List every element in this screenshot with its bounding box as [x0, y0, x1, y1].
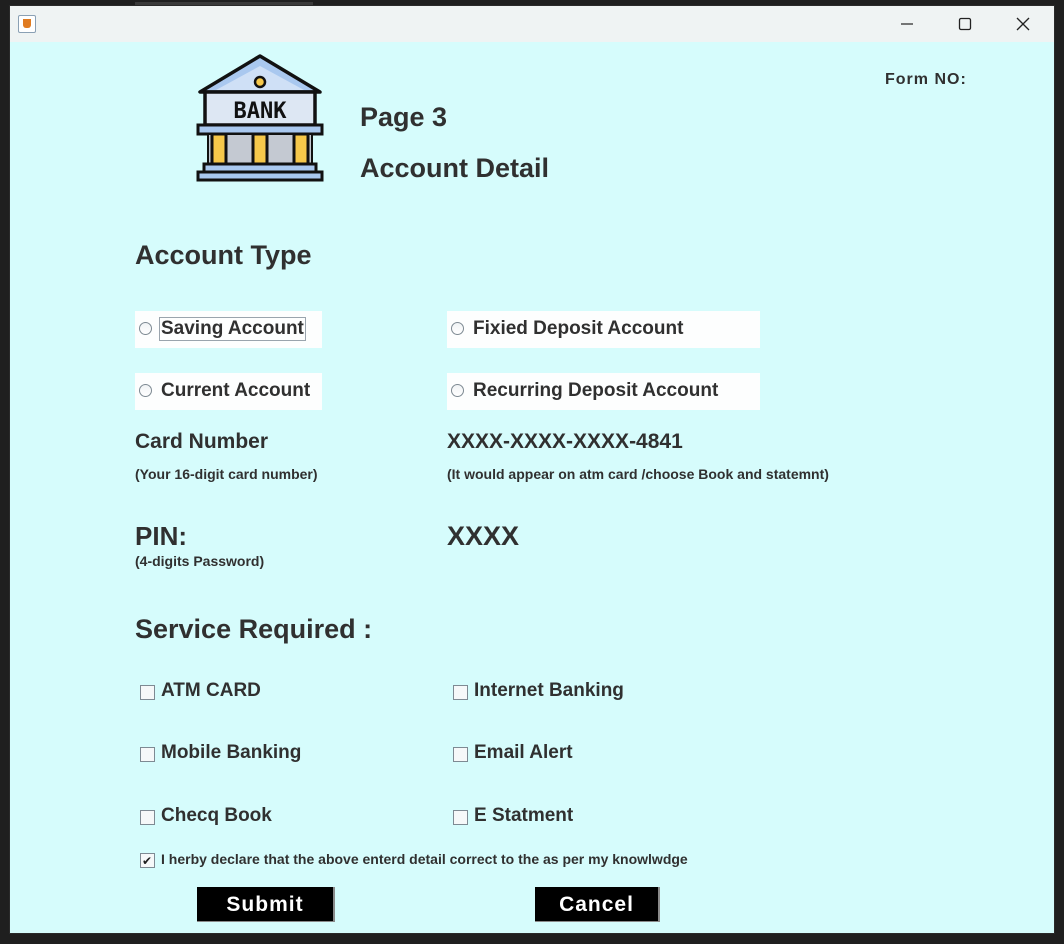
pin-label: PIN: — [135, 521, 187, 551]
cancel-button[interactable]: Cancel — [535, 887, 660, 922]
minimize-button[interactable] — [878, 6, 936, 42]
check-mark-icon: ✔ — [142, 854, 153, 868]
radio-button[interactable] — [451, 384, 464, 397]
checkbox[interactable] — [453, 810, 468, 825]
checkbox-label: Mobile Banking — [161, 742, 302, 763]
page-number: Page 3 — [360, 102, 448, 132]
java-app-icon — [18, 15, 36, 33]
maximize-button[interactable] — [936, 6, 994, 42]
background-tab-strip — [135, 2, 313, 5]
checkbox-label: E Statment — [474, 805, 574, 826]
maximize-icon — [958, 17, 972, 31]
app-window: BANK Page 3 Account Detail Form NO: Acco… — [10, 6, 1054, 933]
form-content: BANK Page 3 Account Detail Form NO: Acco… — [10, 42, 1054, 933]
radio-label: Fixied Deposit Account — [473, 318, 684, 339]
checkbox-label: Checq Book — [161, 805, 272, 826]
checkbox[interactable] — [453, 747, 468, 762]
page-title: Account Detail — [360, 153, 550, 183]
form-no-label: Form NO: — [885, 71, 967, 88]
account-type-heading: Account Type — [135, 240, 312, 270]
radio-recurring-deposit-account[interactable]: Recurring Deposit Account — [447, 373, 760, 410]
card-number-hint: (Your 16-digit card number) — [135, 466, 318, 482]
radio-label: Saving Account — [159, 317, 306, 341]
radio-button[interactable] — [139, 384, 152, 397]
card-number-value-hint: (It would appear on atm card /choose Boo… — [447, 466, 829, 482]
pin-hint: (4-digits Password) — [135, 553, 265, 569]
checkbox[interactable] — [453, 685, 468, 700]
pin-value: XXXX — [447, 521, 520, 551]
checkbox-label: ATM CARD — [161, 680, 261, 701]
radio-label: Current Account — [161, 380, 311, 401]
radio-fixed-deposit-account[interactable]: Fixied Deposit Account — [447, 311, 760, 348]
declaration-label: I herby declare that the above enterd de… — [161, 851, 688, 867]
checkbox[interactable] — [140, 810, 155, 825]
submit-button[interactable]: Submit — [197, 887, 335, 922]
bank-logo-icon: BANK — [196, 54, 324, 182]
checkbox[interactable] — [140, 747, 155, 762]
radio-label: Recurring Deposit Account — [473, 380, 719, 401]
bank-logo-text: BANK — [234, 99, 288, 124]
radio-button[interactable] — [451, 322, 464, 335]
checkbox[interactable]: ✔ — [140, 853, 155, 868]
checkbox-label: Internet Banking — [474, 680, 624, 701]
minimize-icon — [901, 23, 913, 25]
card-number-label: Card Number — [135, 430, 269, 453]
title-bar — [10, 6, 1054, 42]
radio-current-account[interactable]: Current Account — [135, 373, 322, 410]
radio-saving-account[interactable]: Saving Account — [135, 311, 322, 348]
card-number-value: XXXX-XXXX-XXXX-4841 — [447, 430, 683, 453]
close-icon — [1016, 17, 1030, 31]
checkbox[interactable] — [140, 685, 155, 700]
radio-button[interactable] — [139, 322, 152, 335]
checkbox-label: Email Alert — [474, 742, 573, 763]
service-required-heading: Service Required : — [135, 614, 373, 644]
close-button[interactable] — [994, 6, 1052, 42]
